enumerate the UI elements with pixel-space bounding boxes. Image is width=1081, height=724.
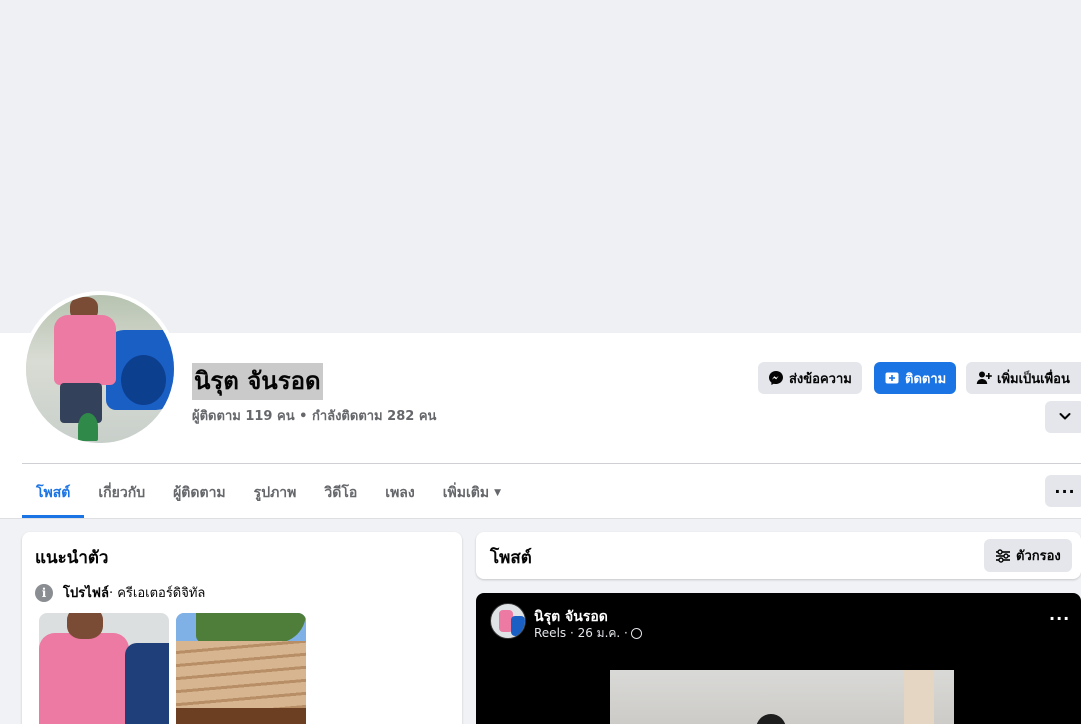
- intro-title: แนะนำตัว: [35, 548, 109, 568]
- message-button-label: ส่งข้อความ: [789, 371, 852, 387]
- follow-button[interactable]: ติดตาม: [874, 362, 957, 394]
- chevron-down-icon: [1058, 408, 1072, 427]
- tab-videos[interactable]: วิดีโอ: [310, 468, 371, 518]
- profile-avatar[interactable]: [22, 291, 178, 447]
- filter-button[interactable]: ตัวกรอง: [984, 539, 1072, 572]
- posts-title: โพสต์: [490, 548, 532, 568]
- follow-icon: [884, 370, 900, 386]
- globe-icon: [630, 628, 642, 639]
- add-friend-button-label: เพิ่มเป็นเพื่อน: [997, 371, 1070, 387]
- tabs-overflow-button[interactable]: ···: [1045, 475, 1081, 507]
- message-button[interactable]: ส่งข้อความ: [758, 362, 862, 394]
- add-friend-button[interactable]: เพิ่มเป็นเพื่อน: [966, 362, 1081, 394]
- follow-button-label: ติดตาม: [905, 371, 947, 387]
- profile-type-label: โปรไฟล์: [63, 586, 109, 601]
- profile-tabs: โพสต์ เกี่ยวกับ ผู้ติดตาม รูปภาพ วิดีโอ …: [22, 468, 515, 518]
- post-author-avatar[interactable]: [490, 603, 526, 639]
- cover-photo[interactable]: [0, 0, 1081, 333]
- profile-type-category: · ครีเอเตอร์ดิจิทัล: [108, 586, 206, 601]
- more-dots-icon: ···: [1054, 481, 1076, 501]
- add-person-icon: [976, 370, 992, 386]
- tab-more[interactable]: เพิ่มเติม ▼: [429, 468, 515, 518]
- tab-music[interactable]: เพลง: [371, 468, 428, 518]
- filter-sliders-icon: [995, 548, 1011, 564]
- header-divider: [22, 463, 1081, 464]
- messenger-icon: [768, 370, 784, 386]
- intro-photo[interactable]: [176, 613, 306, 724]
- post-menu-button[interactable]: ···: [1049, 609, 1070, 628]
- profile-more-button[interactable]: [1045, 401, 1081, 433]
- intro-photo[interactable]: [39, 613, 169, 724]
- post-meta: Reels · 26 ม.ค. ·: [534, 624, 642, 643]
- reel-post[interactable]: นิรุต จันรอด Reels · 26 ม.ค. · ···: [476, 593, 1081, 724]
- tab-followers[interactable]: ผู้ติดตาม: [159, 468, 240, 518]
- reel-video[interactable]: [610, 670, 954, 724]
- post-meta-text: Reels · 26 ม.ค. ·: [534, 626, 628, 640]
- caret-down-icon: ▼: [494, 488, 502, 498]
- follower-stats[interactable]: ผู้ติดตาม 119 คน • กำลังติดตาม 282 คน: [192, 405, 436, 426]
- tab-photos[interactable]: รูปภาพ: [240, 468, 311, 518]
- filter-button-label: ตัวกรอง: [1016, 549, 1061, 564]
- profile-avatar-image: [26, 295, 174, 443]
- intro-profile-type: i โปรไฟล์ · ครีเอเตอร์ดิจิทัล: [35, 582, 205, 603]
- tab-about[interactable]: เกี่ยวกับ: [84, 468, 159, 518]
- tab-posts[interactable]: โพสต์: [22, 468, 85, 518]
- profile-name: นิรุต จันรอด: [194, 367, 321, 395]
- info-icon: i: [35, 583, 53, 602]
- posts-header-card: โพสต์ ตัวกรอง: [476, 532, 1081, 579]
- profile-name-highlight: นิรุต จันรอด: [192, 363, 323, 400]
